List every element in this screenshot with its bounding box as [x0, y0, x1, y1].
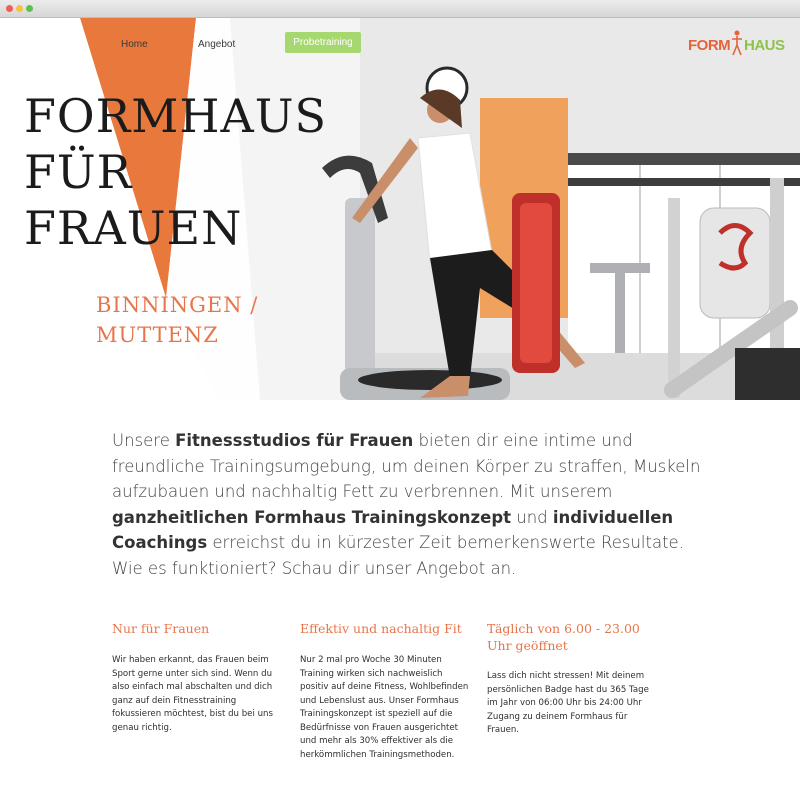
intro-highlight: ganzheitlichen Formhaus Trainingskonzept [112, 507, 512, 527]
hero-location-line: MUTTENZ [96, 323, 219, 347]
intro-text: Unsere [112, 431, 176, 450]
browser-chrome [0, 0, 800, 18]
feature-text: Nur 2 mal pro Woche 30 Minuten Training … [300, 655, 469, 760]
intro-highlight: Fitnessstudios für Frauen [175, 431, 414, 450]
maximize-window-icon[interactable] [26, 5, 33, 12]
running-figure-icon [732, 30, 742, 56]
hero-title-line: FRAUEN [24, 201, 243, 255]
feature-text: Lass dich nicht stressen! Mit deinem per… [487, 671, 649, 735]
feature-column: Täglich von 6.00 - 23.00 Uhr geöffnet La… [487, 620, 659, 738]
hero-title: FORMHAUS FÜR FRAUEN [24, 88, 327, 256]
nav-angebot-link[interactable]: Angebot [198, 39, 235, 50]
feature-text: Wir haben erkannt, das Frauen beim Sport… [112, 655, 273, 733]
intro-text: und [511, 507, 553, 527]
logo-form-text: FORM [688, 37, 731, 54]
feature-title: Effektiv und nachaltig Fit [300, 621, 462, 636]
hero-location-line: BINNINGEN / [96, 293, 259, 317]
hero-location: BINNINGEN / MUTTENZ [96, 290, 258, 350]
probetraining-button[interactable]: Probetraining [285, 32, 361, 53]
nav-home-link[interactable]: Home [121, 39, 148, 50]
feature-column: Effektiv und nachaltig Fit Nur 2 mal pro… [300, 620, 472, 762]
hero-title-line: FÜR [24, 145, 133, 199]
intro-paragraph: Unsere Fitnessstudios für Frauen bieten … [112, 428, 712, 581]
minimize-window-icon[interactable] [16, 5, 23, 12]
logo-haus-text: HAUS [744, 37, 785, 54]
hero-title-line: FORMHAUS [24, 89, 327, 143]
formhaus-logo[interactable]: FORM HAUS [688, 30, 785, 56]
close-window-icon[interactable] [6, 5, 13, 12]
feature-column: Nur für Frauen Wir haben erkannt, das Fr… [112, 620, 284, 735]
feature-title: Nur für Frauen [112, 621, 210, 636]
feature-title: Täglich von 6.00 - 23.00 Uhr geöffnet [487, 621, 640, 653]
